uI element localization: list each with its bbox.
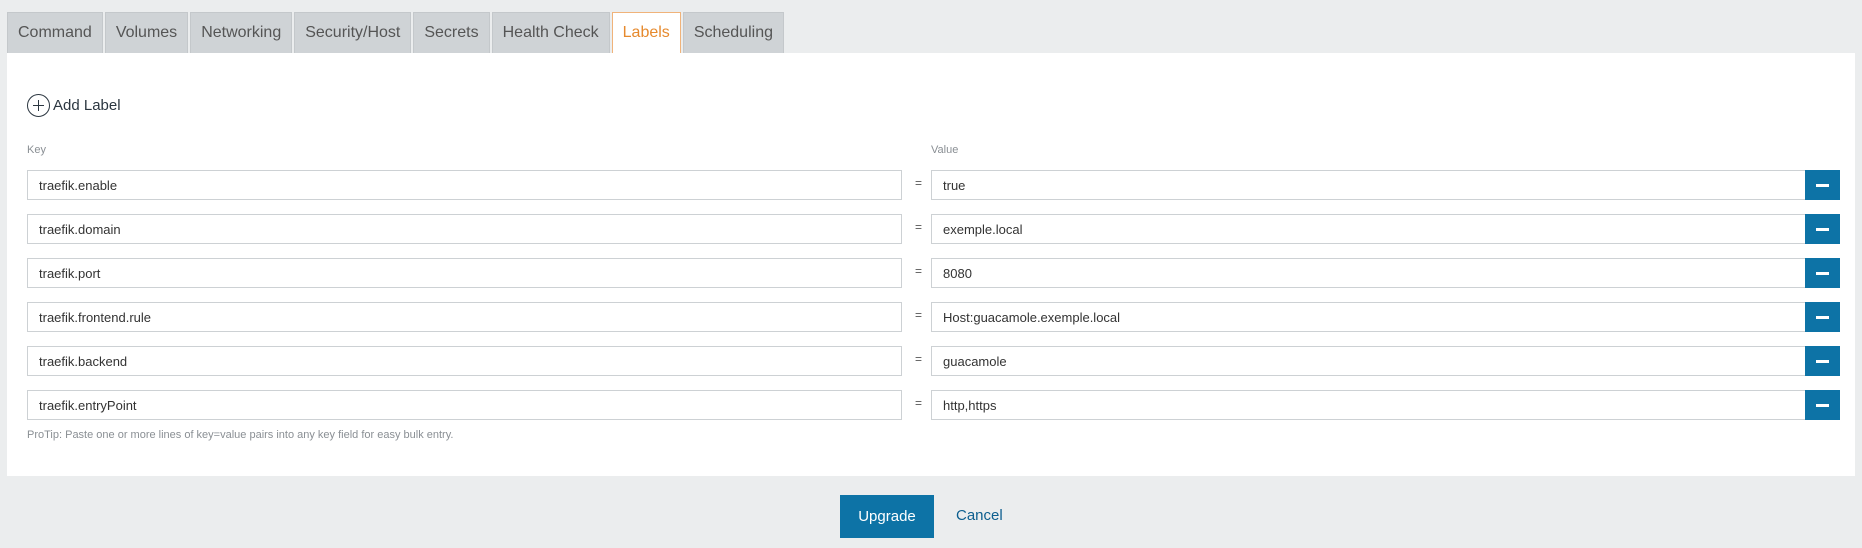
equals-sign: = bbox=[915, 264, 923, 278]
tab-scheduling[interactable]: Scheduling bbox=[682, 12, 784, 53]
label-value-input[interactable] bbox=[931, 346, 1813, 376]
minus-icon bbox=[1816, 359, 1829, 363]
tab-networking[interactable]: Networking bbox=[190, 12, 293, 53]
remove-label-button[interactable] bbox=[1805, 390, 1840, 420]
label-key-input[interactable] bbox=[27, 346, 902, 376]
label-row: = bbox=[7, 346, 1855, 376]
label-value-input[interactable] bbox=[931, 258, 1813, 288]
equals-sign: = bbox=[915, 176, 923, 190]
plus-circle-icon bbox=[27, 94, 50, 117]
tab-volumes[interactable]: Volumes bbox=[104, 12, 189, 53]
label-key-input[interactable] bbox=[27, 258, 902, 288]
form-actions: Upgrade Cancel bbox=[0, 495, 1862, 538]
tab-bar: Command Volumes Networking Security/Host… bbox=[7, 12, 786, 53]
tab-labels[interactable]: Labels bbox=[611, 12, 681, 53]
minus-icon bbox=[1816, 271, 1829, 275]
label-value-input[interactable] bbox=[931, 170, 1813, 200]
add-label-text: Add Label bbox=[53, 97, 121, 114]
equals-sign: = bbox=[915, 220, 923, 234]
add-label-button[interactable]: Add Label bbox=[27, 94, 121, 117]
label-value-input[interactable] bbox=[931, 302, 1813, 332]
value-column-header: Value bbox=[931, 144, 959, 156]
remove-label-button[interactable] bbox=[1805, 258, 1840, 288]
minus-icon bbox=[1816, 403, 1829, 407]
label-key-input[interactable] bbox=[27, 390, 902, 420]
label-key-input[interactable] bbox=[27, 170, 902, 200]
key-column-header: Key bbox=[27, 144, 46, 156]
label-key-input[interactable] bbox=[27, 214, 902, 244]
protip-text: ProTip: Paste one or more lines of key=v… bbox=[27, 429, 454, 441]
tab-command[interactable]: Command bbox=[7, 12, 103, 53]
tab-secrets[interactable]: Secrets bbox=[413, 12, 490, 53]
label-row: = bbox=[7, 214, 1855, 244]
minus-icon bbox=[1816, 183, 1829, 187]
label-value-input[interactable] bbox=[931, 214, 1813, 244]
equals-sign: = bbox=[915, 396, 923, 410]
remove-label-button[interactable] bbox=[1805, 346, 1840, 376]
label-row: = bbox=[7, 390, 1855, 420]
remove-label-button[interactable] bbox=[1805, 302, 1840, 332]
tab-security-host[interactable]: Security/Host bbox=[294, 12, 412, 53]
label-row: = bbox=[7, 170, 1855, 200]
remove-label-button[interactable] bbox=[1805, 214, 1840, 244]
upgrade-button[interactable]: Upgrade bbox=[840, 495, 934, 538]
equals-sign: = bbox=[915, 308, 923, 322]
labels-panel: Add Label Key Value = = = = = = P bbox=[7, 53, 1855, 476]
cancel-link[interactable]: Cancel bbox=[956, 507, 1003, 524]
minus-icon bbox=[1816, 315, 1829, 319]
label-value-input[interactable] bbox=[931, 390, 1813, 420]
label-row: = bbox=[7, 258, 1855, 288]
equals-sign: = bbox=[915, 352, 923, 366]
minus-icon bbox=[1816, 227, 1829, 231]
tab-health-check[interactable]: Health Check bbox=[491, 12, 610, 53]
label-key-input[interactable] bbox=[27, 302, 902, 332]
remove-label-button[interactable] bbox=[1805, 170, 1840, 200]
label-row: = bbox=[7, 302, 1855, 332]
